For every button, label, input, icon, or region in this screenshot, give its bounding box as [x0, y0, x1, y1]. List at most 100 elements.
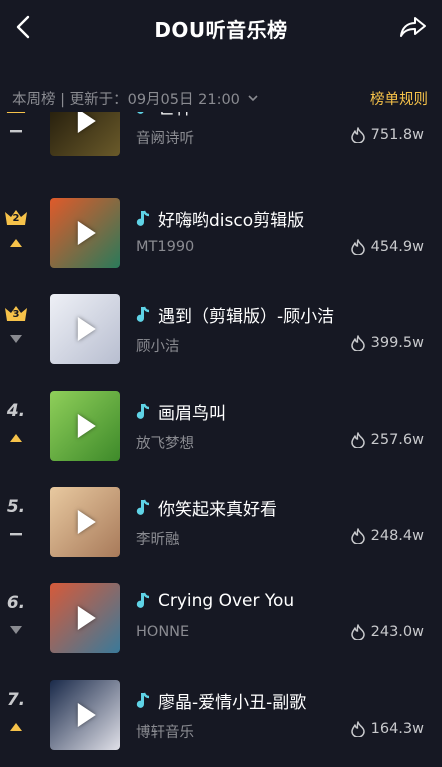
song-row[interactable]: 6. Crying Over You HONNE 243.0w	[0, 583, 442, 669]
heat-count: 243.0w	[350, 624, 424, 640]
crown-icon: 3	[4, 304, 28, 322]
rank-indicator: 4.	[2, 401, 30, 442]
song-row[interactable]: 5. 你笑起来真好看李昕融 248.4w	[0, 487, 442, 573]
heat-value: 248.4w	[370, 528, 424, 544]
artist-name: 顾小洁	[136, 339, 180, 355]
album-cover[interactable]	[50, 487, 120, 557]
rank-indicator: 6.	[2, 593, 30, 634]
song-row[interactable]: 7. 廖晶-爱情小丑-副歌博轩音乐 164.3w	[0, 680, 442, 766]
heat-count: 399.5w	[350, 335, 424, 351]
song-title[interactable]: 廖晶-爱情小丑-副歌	[136, 688, 306, 713]
song-title-text: 遇到（剪辑版）-顾小洁	[158, 307, 335, 327]
rank-number: 3	[12, 309, 20, 320]
play-icon[interactable]	[77, 703, 96, 727]
chevron-down-icon	[248, 95, 258, 102]
heat-value: 257.6w	[370, 432, 424, 448]
song-title-text: 画眉鸟叫	[158, 404, 226, 424]
chevron-left-icon	[16, 15, 30, 39]
artist-name: 放飞梦想	[136, 436, 194, 452]
trend-up-icon	[10, 716, 22, 731]
heat-count: 454.9w	[350, 239, 424, 255]
album-cover[interactable]	[50, 680, 120, 750]
music-note-icon	[136, 499, 150, 517]
flame-icon	[350, 721, 365, 737]
song-title-text: 你笑起来真好看	[158, 500, 277, 520]
artist-name: 李昕融	[136, 532, 180, 548]
album-cover[interactable]	[50, 198, 120, 268]
top-bar: DOU听音乐榜	[0, 0, 442, 56]
song-title-text: Crying Over You	[158, 591, 295, 611]
share-arrow-icon	[400, 17, 426, 37]
heat-count: 257.6w	[350, 432, 424, 448]
play-icon[interactable]	[77, 112, 96, 133]
song-list: 1 芒种音阙诗听 751.8w 2 好嗨哟disco剪辑版 MT1990 454.9w 3 遇到…	[0, 112, 442, 767]
song-row[interactable]: 3 遇到（剪辑版）-顾小洁顾小洁 399.5w	[0, 294, 442, 380]
play-icon[interactable]	[77, 606, 96, 630]
chart-rules-link[interactable]: 榜单规则	[370, 88, 428, 109]
song-title-text: 好嗨哟disco剪辑版	[158, 211, 305, 231]
song-row[interactable]: 1 芒种音阙诗听 751.8w	[0, 112, 442, 172]
song-title[interactable]: 好嗨哟disco剪辑版	[136, 206, 304, 231]
song-title[interactable]: Crying Over You	[136, 591, 294, 611]
rank-number: 5.	[6, 497, 26, 517]
heat-value: 751.8w	[370, 127, 424, 143]
music-note-icon	[136, 403, 150, 421]
song-title-text: 廖晶-爱情小丑-副歌	[158, 693, 307, 713]
music-note-icon	[136, 210, 150, 228]
play-icon[interactable]	[77, 510, 96, 534]
heat-count: 164.3w	[350, 721, 424, 737]
flame-icon	[350, 239, 365, 255]
rank-number: 6.	[6, 593, 26, 613]
song-title-text: 芒种	[158, 112, 192, 119]
play-icon[interactable]	[77, 414, 96, 438]
crown-icon: 2	[4, 208, 28, 226]
chart-info-bar: 本周榜 | 更新于：09月05日 21:00 榜单规则	[0, 84, 442, 112]
rank-number: 7.	[6, 690, 26, 710]
trend-down-icon	[10, 619, 22, 634]
music-note-icon	[136, 692, 150, 710]
trend-up-icon	[10, 232, 22, 247]
album-cover[interactable]	[50, 583, 120, 653]
flame-icon	[350, 528, 365, 544]
rank-number: 4.	[6, 401, 26, 421]
heat-value: 454.9w	[370, 239, 424, 255]
artist-name: MT1990	[136, 239, 195, 255]
page-title: DOU听音乐榜	[154, 17, 288, 42]
artist-name: 博轩音乐	[136, 725, 194, 741]
music-note-icon	[136, 592, 150, 610]
trend-down-icon	[10, 328, 22, 343]
rank-indicator: 7.	[2, 690, 30, 731]
crown-icon: 1	[4, 112, 28, 114]
song-title[interactable]: 你笑起来真好看	[136, 495, 277, 520]
flame-icon	[350, 624, 365, 640]
flame-icon	[350, 432, 365, 448]
artist-name: HONNE	[136, 624, 190, 640]
album-cover[interactable]	[50, 294, 120, 364]
music-note-icon	[136, 112, 150, 116]
trend-flat-icon	[10, 523, 22, 536]
share-button[interactable]	[396, 12, 430, 42]
album-cover[interactable]	[50, 391, 120, 461]
song-title[interactable]: 遇到（剪辑版）-顾小洁	[136, 302, 334, 327]
play-icon[interactable]	[77, 317, 96, 341]
heat-value: 164.3w	[370, 721, 424, 737]
play-icon[interactable]	[77, 221, 96, 245]
back-button[interactable]	[8, 12, 38, 42]
heat-count: 248.4w	[350, 528, 424, 544]
heat-value: 399.5w	[370, 335, 424, 351]
song-title[interactable]: 芒种	[136, 112, 192, 119]
rank-indicator: 2	[2, 208, 30, 248]
music-note-icon	[136, 306, 150, 324]
trend-flat-icon	[10, 120, 22, 133]
flame-icon	[350, 127, 365, 143]
update-info-text: 本周榜 | 更新于：09月05日 21:00	[12, 92, 240, 108]
song-title[interactable]: 画眉鸟叫	[136, 399, 226, 424]
artist-name: 音阙诗听	[136, 131, 194, 147]
update-info[interactable]: 本周榜 | 更新于：09月05日 21:00	[12, 88, 258, 109]
rank-indicator: 5.	[2, 497, 30, 537]
song-row[interactable]: 2 好嗨哟disco剪辑版 MT1990 454.9w	[0, 198, 442, 284]
flame-icon	[350, 335, 365, 351]
rank-indicator: 3	[2, 304, 30, 344]
song-row[interactable]: 4. 画眉鸟叫放飞梦想 257.6w	[0, 391, 442, 477]
album-cover[interactable]	[50, 112, 120, 156]
